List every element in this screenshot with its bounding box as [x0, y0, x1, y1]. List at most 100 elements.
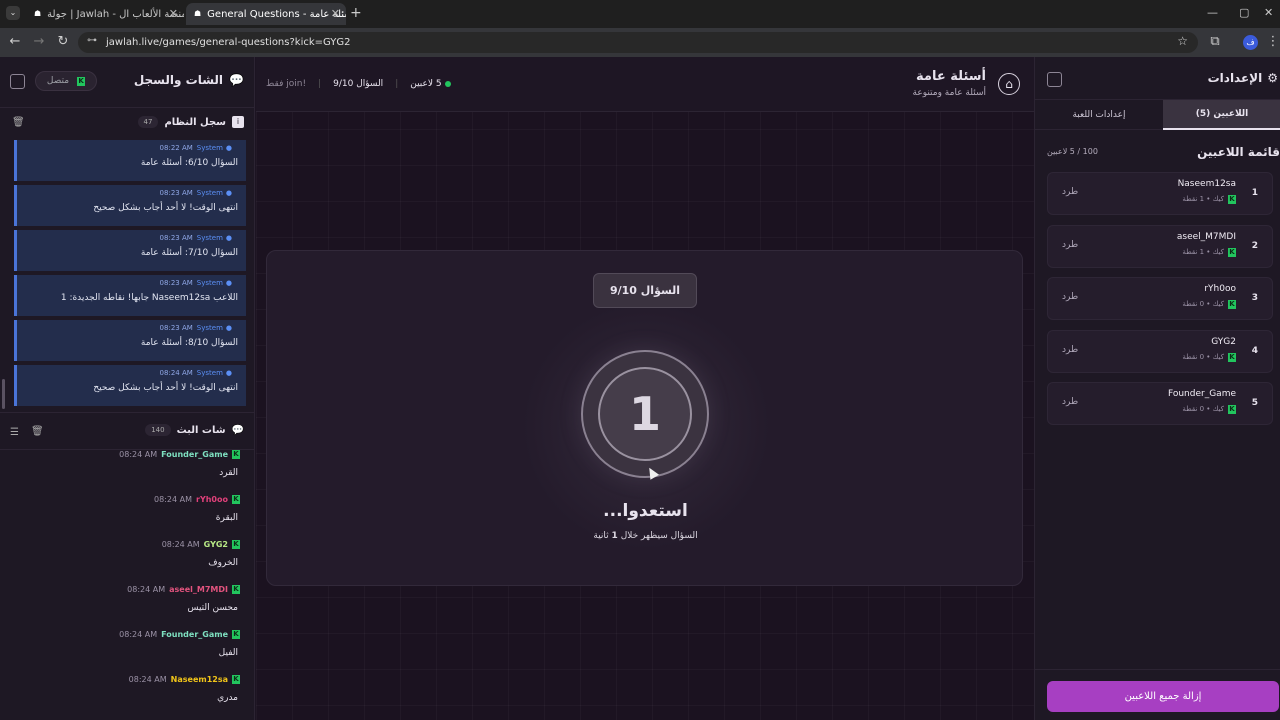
player-name: rYh0oo: [1204, 284, 1236, 294]
log-text: انتهى الوقت! لا أحد أجاب بشكل صحيح: [93, 383, 238, 393]
bookmark-star-icon[interactable]: ☆: [1177, 34, 1188, 48]
meta-dot: •: [1204, 405, 1213, 413]
kick-logo-icon: K: [232, 630, 240, 639]
log-time: 08:23 AM: [159, 279, 193, 287]
player-rank: 1: [1251, 188, 1258, 198]
system-shield-icon: ●: [225, 144, 232, 152]
chat-username[interactable]: Founder_Game: [161, 450, 228, 459]
site-info-icon[interactable]: ⊶: [87, 35, 97, 46]
chat-message: 08:24 AM Founder_Game K القرد: [10, 450, 240, 490]
tab-game-settings[interactable]: إعدادات اللعبة: [1035, 100, 1163, 130]
chat-username[interactable]: Founder_Game: [161, 630, 228, 639]
log-text: السؤال 8/10: أسئلة عامة: [140, 338, 238, 348]
game-status-row: 5 لاعبين | السؤال 9/10 | !join فقط: [266, 79, 451, 89]
kick-player-button[interactable]: طرد: [1062, 292, 1078, 302]
player-name: GYG2: [1211, 336, 1236, 347]
new-tab-icon[interactable]: +: [350, 5, 362, 21]
live-chat-count: 140: [145, 424, 171, 436]
player-name: Naseem12sa: [1177, 179, 1236, 189]
log-time: 08:23 AM: [159, 189, 193, 197]
log-text: اللاعب Naseem12sa جابها! نقاطه الجديدة: …: [60, 293, 238, 303]
address-bar[interactable]: ⊶ jawlah.live/games/general-questions?ki…: [78, 32, 1198, 53]
system-log-header: i سجل النظام 47: [137, 116, 244, 128]
chat-text: محسن التيس: [187, 603, 238, 613]
maximize-icon[interactable]: ▢: [1239, 6, 1249, 19]
log-divider: [0, 412, 255, 413]
chat-username[interactable]: GYG2: [204, 540, 228, 549]
log-sender: System: [196, 279, 223, 287]
chat-time: 08:24 AM: [154, 495, 192, 504]
connection-status-text: متصل: [46, 76, 70, 86]
chat-message: 08:24 AM Founder_Game K الفيل: [10, 630, 240, 670]
meta-dot: •: [1204, 300, 1213, 308]
countdown-number: 1: [628, 387, 661, 441]
kick-player-button[interactable]: طرد: [1062, 397, 1078, 407]
kick-player-button[interactable]: طرد: [1062, 240, 1078, 250]
kick-logo-icon: K: [232, 540, 240, 549]
tab-list-menu-icon[interactable]: ⌄: [6, 6, 20, 20]
player-points: 1 نقطة: [1182, 195, 1205, 203]
browser-tab-general-questions[interactable]: ☗ General Questions - أسئلة عامة ✕: [186, 3, 346, 25]
close-window-icon[interactable]: ✕: [1264, 6, 1273, 19]
clear-chat-icon[interactable]: 🗑: [31, 426, 44, 437]
log-scrollbar[interactable]: [2, 379, 5, 409]
reload-icon[interactable]: ↻: [54, 33, 72, 51]
back-icon[interactable]: ←: [6, 33, 24, 51]
log-time: 08:23 AM: [159, 234, 193, 242]
chat-username[interactable]: Naseem12sa: [171, 675, 228, 684]
footer-divider: [1035, 669, 1280, 670]
chat-message-head: 08:24 AM aseel_M7MDI K: [127, 585, 240, 594]
log-meta: 08:23 AM System ●: [160, 189, 232, 197]
chat-username[interactable]: rYh0oo: [196, 495, 228, 504]
log-text: السؤال 7/10: أسئلة عامة: [140, 248, 238, 258]
player-points: 0 نقطة: [1182, 352, 1205, 361]
remove-all-players-button[interactable]: إزالة جميع اللاعبين: [1047, 681, 1279, 712]
player-meta: K كيك • 0 نقطة: [1182, 352, 1236, 362]
chat-username[interactable]: aseel_M7MDI: [169, 585, 228, 594]
player-rank: 3: [1251, 293, 1258, 303]
log-time: 08:24 AM: [159, 369, 193, 377]
collapse-panel-icon[interactable]: [10, 74, 25, 89]
system-shield-icon: ●: [225, 189, 232, 197]
minimize-icon[interactable]: —: [1207, 6, 1218, 19]
player-rank: 2: [1251, 240, 1258, 251]
close-tab-icon[interactable]: ✕: [331, 7, 340, 20]
profile-avatar[interactable]: ف: [1243, 35, 1258, 50]
extensions-icon[interactable]: ⧉: [1206, 33, 1224, 51]
kick-player-button[interactable]: طرد: [1062, 187, 1078, 197]
chat-time: 08:24 AM: [127, 585, 166, 594]
system-shield-icon: ●: [225, 369, 232, 377]
browser-menu-icon[interactable]: ⋮: [1264, 33, 1280, 51]
system-log-item: 08:23 AM System ● السؤال 8/10: أسئلة عامة: [14, 320, 246, 361]
log-sender: System: [196, 144, 223, 152]
player-card: 4 GYG2 K كيك • 0 نقطة طرد: [1047, 329, 1273, 373]
countdown-ring: 1: [581, 350, 709, 478]
browser-tab-jawlah[interactable]: ☗ جولة | Jawlah - منصة الألعاب ال... ✕: [26, 3, 184, 25]
clear-log-icon[interactable]: 🗑: [12, 117, 25, 128]
collapse-settings-icon[interactable]: [1047, 72, 1062, 87]
chat-time: 08:24 AM: [119, 630, 158, 639]
log-meta: 08:24 AM System ●: [160, 369, 232, 377]
tab-players[interactable]: اللاعبين (5): [1163, 100, 1280, 130]
players-count: 5 لاعبين: [410, 79, 451, 89]
tab-title: جولة | Jawlah - منصة الألعاب ال...: [47, 8, 184, 20]
gear-icon: ⚙: [1267, 71, 1278, 85]
connection-status-badge: متصل K: [35, 71, 97, 91]
kick-logo-icon: K: [1228, 352, 1236, 362]
home-button[interactable]: ⌂: [998, 73, 1020, 95]
info-icon: i: [232, 116, 244, 128]
chat-text: القرد: [219, 468, 238, 478]
forward-icon[interactable]: →: [30, 33, 48, 51]
system-shield-icon: ●: [225, 234, 232, 242]
chat-message-head: 08:24 AM rYh0oo K: [154, 495, 240, 504]
system-log-item: 08:23 AM System ● اللاعب Naseem12sa جابها! …: [14, 275, 246, 316]
log-meta: 08:23 AM System ●: [160, 234, 232, 242]
meta-dot: •: [1204, 247, 1213, 256]
game-stage: ⌂ أسئلة عامة أسئلة عامة ومتنوعة 5 لاعبين…: [256, 57, 1034, 720]
chat-filter-icon[interactable]: ☰: [10, 427, 19, 438]
kick-logo-icon: K: [1228, 195, 1236, 204]
close-tab-icon[interactable]: ✕: [169, 7, 178, 20]
chat-message-head: 08:24 AM Founder_Game K: [119, 450, 240, 459]
player-rank: 5: [1251, 398, 1258, 408]
kick-player-button[interactable]: طرد: [1062, 345, 1078, 355]
